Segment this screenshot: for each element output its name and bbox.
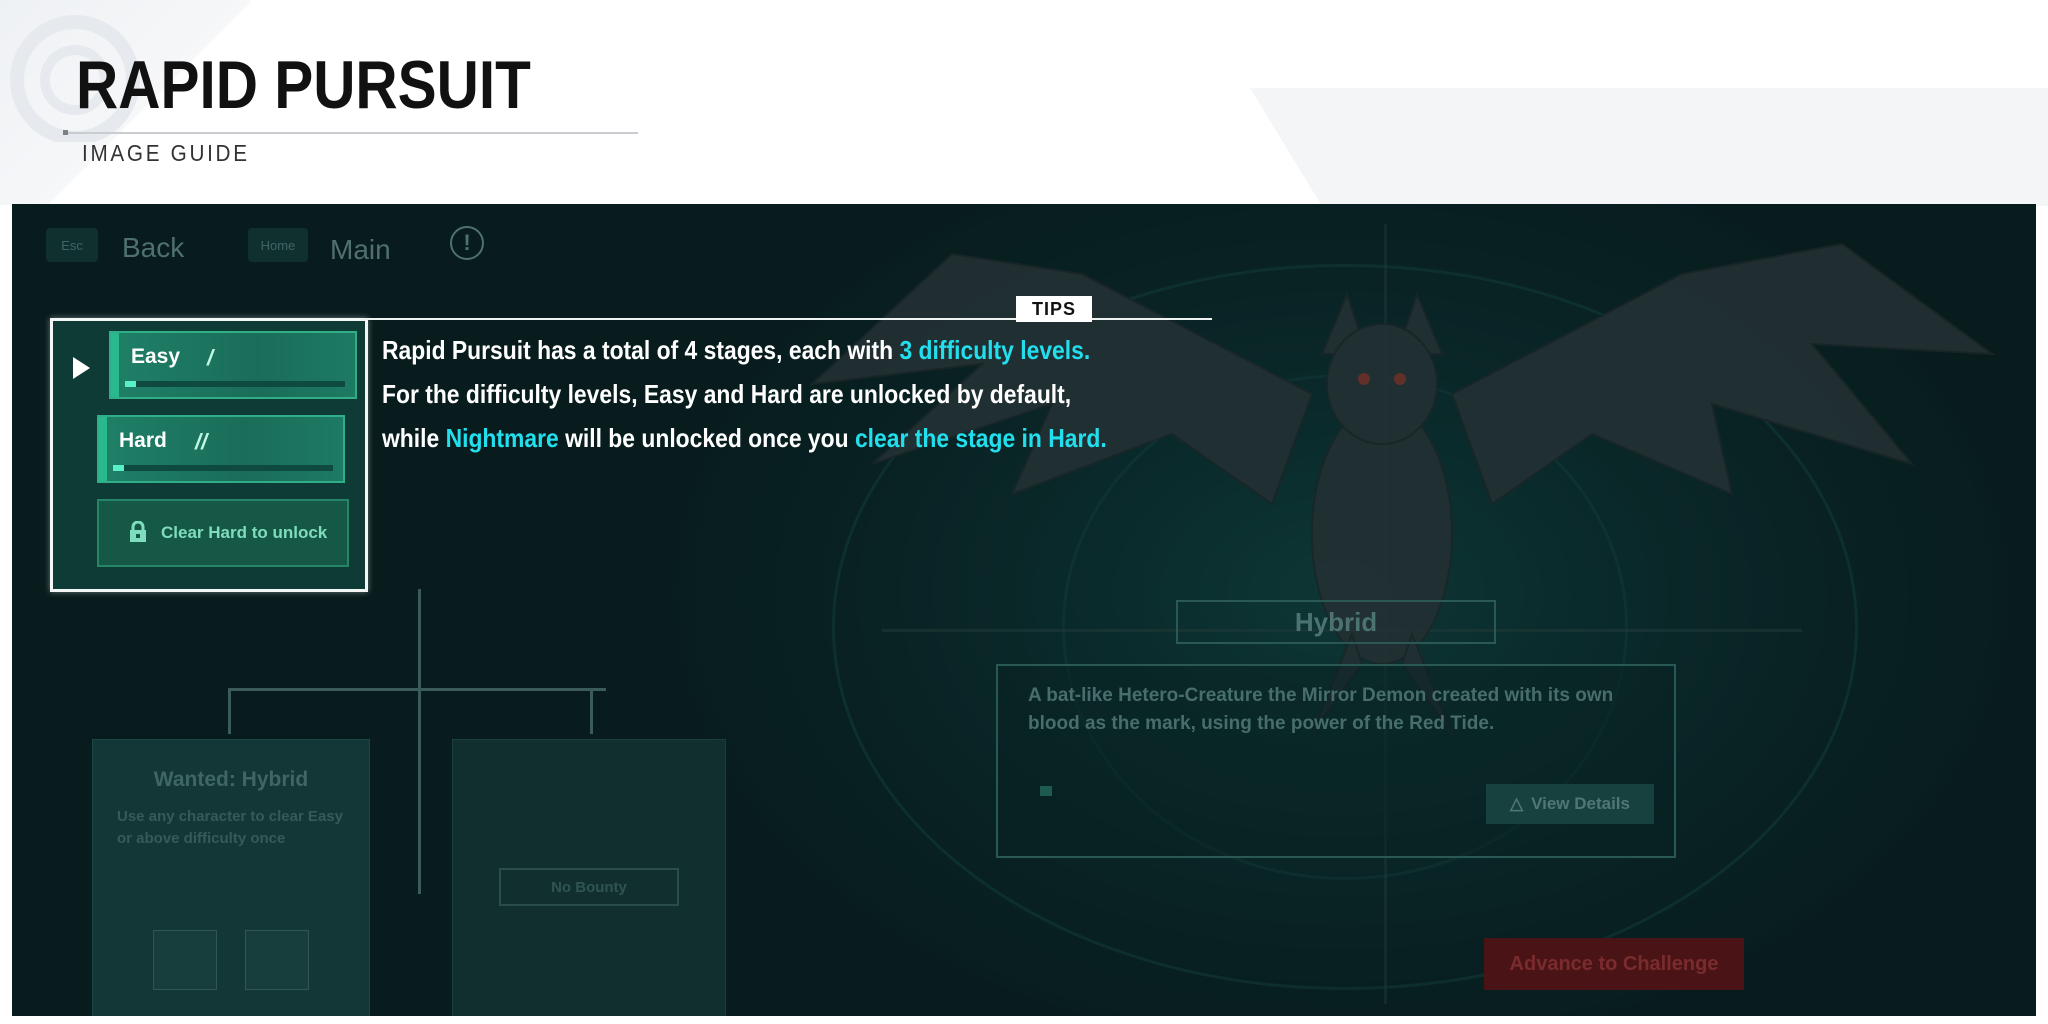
- difficulty-easy-progress: [125, 381, 345, 387]
- tree-connector-left: [228, 688, 231, 734]
- status-indicator: [1040, 786, 1052, 796]
- difficulty-easy-label: Easy: [131, 345, 181, 368]
- tree-connector-vertical: [418, 589, 421, 894]
- difficulty-easy-bars: /: [207, 345, 214, 370]
- tips-line-3-text-b: will be unlocked once you: [558, 423, 855, 453]
- view-details-button[interactable]: △ View Details: [1486, 784, 1654, 824]
- advance-to-challenge-button[interactable]: Advance to Challenge: [1484, 938, 1744, 990]
- main-button[interactable]: Main: [330, 234, 391, 266]
- triangle-icon: △: [1510, 794, 1524, 813]
- tips-tag: TIPS: [1016, 296, 1092, 322]
- tips-line-1: Rapid Pursuit has a total of 4 stages, e…: [382, 328, 1107, 372]
- difficulty-easy-button[interactable]: Easy /: [109, 331, 357, 399]
- tips-line-3-highlight-1: Nightmare: [445, 423, 559, 453]
- tips-line-1-highlight: 3 difficulty levels.: [899, 335, 1091, 365]
- difficulty-panel-highlight: Easy / Hard // Clear Hard to unlock: [50, 318, 368, 592]
- wanted-title: Wanted: Hybrid: [153, 768, 309, 791]
- reward-character-thumbnail[interactable]: [245, 930, 309, 990]
- game-screenshot: Esc Back Home Main ! Wanted: Hybrid Use …: [12, 204, 2036, 1016]
- tips-line-3-text-a: while: [382, 423, 446, 453]
- difficulty-hard-progress-fill: [113, 465, 124, 471]
- lock-icon: [130, 521, 146, 542]
- tips-text: Rapid Pursuit has a total of 4 stages, e…: [382, 328, 1107, 460]
- info-icon[interactable]: !: [450, 226, 484, 260]
- play-arrow-icon: [73, 357, 90, 379]
- page-title: RAPID PURSUIT: [76, 47, 531, 123]
- tips-line-3-highlight-2: clear the stage in Hard.: [854, 423, 1107, 453]
- title-divider-dot: [63, 130, 68, 135]
- home-key-hint: Home: [248, 228, 308, 262]
- top-nav-bar: Esc Back Home Main !: [12, 204, 2036, 284]
- wanted-description: Use any character to clear Easy or above…: [117, 808, 343, 847]
- tips-line-2: For the difficulty levels, Easy and Hard…: [382, 379, 1072, 409]
- difficulty-easy-progress-fill: [125, 381, 136, 387]
- difficulty-hard-label: Hard: [119, 429, 167, 452]
- tips-line-3: while Nightmare will be unlocked once yo…: [382, 416, 1107, 460]
- page-subtitle: IMAGE GUIDE: [82, 140, 250, 166]
- title-divider: [64, 132, 638, 134]
- difficulty-hard-bars: //: [195, 429, 208, 454]
- locked-label: Clear Hard to unlock: [161, 523, 328, 542]
- reward-item-thumbnail[interactable]: [153, 930, 217, 990]
- difficulty-hard-button[interactable]: Hard //: [97, 415, 345, 483]
- tree-connector-right: [590, 688, 593, 734]
- header-decoration-right: [1250, 88, 2048, 206]
- back-button[interactable]: Back: [122, 232, 184, 264]
- tree-connector-horizontal: [228, 688, 606, 691]
- creature-name: Hybrid: [1176, 600, 1496, 644]
- wanted-card[interactable]: Wanted: Hybrid Use any character to clea…: [92, 739, 370, 1016]
- no-bounty-label: No Bounty: [499, 868, 679, 906]
- esc-key-hint: Esc: [46, 228, 98, 262]
- creature-description-box: A bat-like Hetero-Creature the Mirror De…: [996, 664, 1676, 858]
- tips-line-1-text: Rapid Pursuit has a total of 4 stages, e…: [382, 335, 900, 365]
- bounty-card: No Bounty: [452, 739, 726, 1016]
- difficulty-hard-progress: [113, 465, 333, 471]
- difficulty-nightmare-locked[interactable]: Clear Hard to unlock: [97, 499, 349, 567]
- view-details-label: View Details: [1531, 794, 1630, 813]
- creature-description: A bat-like Hetero-Creature the Mirror De…: [1028, 685, 1614, 734]
